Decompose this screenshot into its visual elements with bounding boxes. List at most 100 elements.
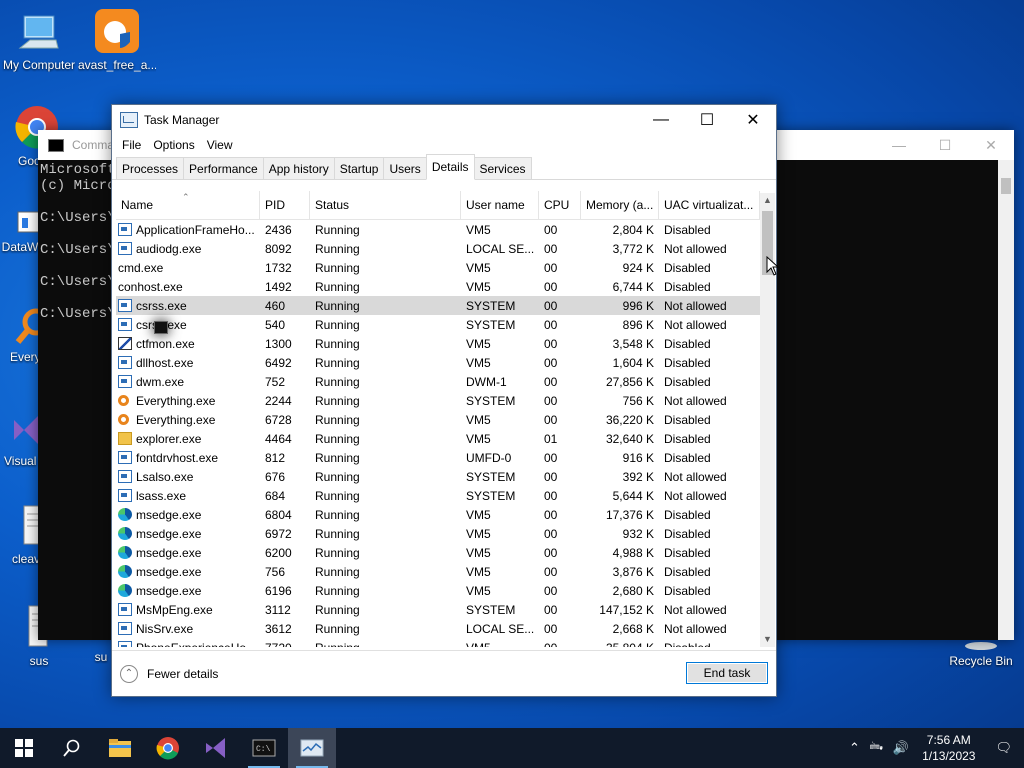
table-row[interactable]: dwm.exe 752 Running DWM-1 00 27,856 K Disabled	[116, 372, 760, 391]
speaker-icon[interactable]: 🔊	[888, 740, 914, 756]
pid-cell: 1300	[265, 336, 292, 351]
table-row[interactable]: ApplicationFrameHo... 2436 Running VM5 00 2,8…	[116, 220, 760, 239]
close-button[interactable]: ✕	[730, 105, 776, 135]
process-name: csrss.exe	[136, 298, 187, 313]
process-name: Everything.exe	[136, 412, 216, 427]
column-header-status[interactable]: Status	[310, 191, 461, 219]
menu-view[interactable]: View	[201, 138, 239, 152]
table-row[interactable]: NisSrv.exe 3612 Running LOCAL SE... 00 2,668 …	[116, 619, 760, 638]
scroll-up-arrow-icon[interactable]: ▲	[760, 193, 775, 208]
status-cell: Running	[315, 336, 360, 351]
table-row[interactable]: lsass.exe 684 Running SYSTEM 00 5,644 K Not al…	[116, 486, 760, 505]
cpu-cell: 00	[544, 336, 558, 351]
column-header-name[interactable]: Name	[116, 191, 260, 219]
tab-services[interactable]: Services	[473, 157, 532, 179]
taskbar-chrome[interactable]	[144, 728, 192, 768]
desktop-icon-everything[interactable]: Every	[0, 306, 50, 364]
process-table[interactable]: Name PID Status User name CPU Memory (a.…	[116, 191, 760, 647]
process-name: MsMpEng.exe	[136, 602, 213, 617]
tab-startup[interactable]: Startup	[333, 157, 385, 179]
table-row[interactable]: conhost.exe 1492 Running VM5 00 6,744 K Disabl…	[116, 277, 760, 334]
table-row[interactable]: Lsalso.exe 676 Running SYSTEM 00 392 K Not all…	[116, 467, 760, 486]
user-name-cell: VM5	[466, 412, 491, 427]
column-header-uac[interactable]: UAC virtualizat...	[659, 191, 760, 219]
uac-cell: Not allowed	[664, 469, 727, 484]
tab-details[interactable]: Details	[425, 154, 475, 180]
desktop-icon-avast[interactable]: avast_free_a...	[78, 8, 156, 72]
task-manager-window[interactable]: Task Manager — ☐ ✕ File Options View Pro…	[111, 104, 777, 697]
table-row[interactable]: csrss.exe 460 Running SYSTEM 00 996 K Not allo…	[116, 296, 760, 315]
process-name-cell: MsMpEng.exe	[116, 603, 260, 617]
task-manager-titlebar[interactable]: Task Manager — ☐ ✕	[112, 105, 776, 135]
taskbar-visual-studio[interactable]	[192, 728, 240, 768]
pid-cell: 1492	[265, 279, 292, 294]
menu-file[interactable]: File	[116, 138, 147, 152]
table-row[interactable]: fontdrvhost.exe 812 Running UMFD-0 00 916 K Di…	[116, 448, 760, 467]
table-row[interactable]: Everything.exe 6728 Running VM5 00 36,220 K Di…	[116, 410, 760, 429]
desktop-icon-chrome[interactable]: Goo Chro	[0, 104, 58, 168]
table-row[interactable]: audiodg.exe 8092 Running LOCAL SE... 00 3,772…	[116, 239, 760, 258]
process-app-icon	[118, 451, 132, 464]
cpu-cell: 00	[544, 222, 558, 237]
end-task-button[interactable]: End task	[686, 662, 768, 684]
desktop-icon-visual-studio[interactable]: Visual 20	[0, 410, 40, 468]
column-header-memory[interactable]: Memory (a...	[581, 191, 659, 219]
status-cell: Running	[315, 488, 360, 503]
column-header-cpu[interactable]: CPU	[539, 191, 581, 219]
process-name: msedge.exe	[136, 564, 202, 579]
tab-performance[interactable]: Performance	[183, 157, 264, 179]
process-name-cell: explorer.exe	[116, 432, 260, 446]
column-header-pid[interactable]: PID	[260, 191, 310, 219]
table-row[interactable]: MsMpEng.exe 3112 Running SYSTEM 00 147,152 K N…	[116, 600, 760, 619]
cmd-scrollbar-thumb[interactable]	[1001, 178, 1011, 194]
table-row[interactable]: msedge.exe 6196 Running VM5 00 2,680 K Disable…	[116, 581, 760, 600]
start-button[interactable]	[0, 728, 48, 768]
memory-cell: 916 K	[622, 450, 654, 465]
status-cell: Running	[315, 621, 360, 636]
desktop-icon-my-computer[interactable]: My Computer	[0, 8, 78, 72]
column-header-user-name[interactable]: User name	[461, 191, 539, 219]
cmd-minimize-button[interactable]: —	[876, 130, 922, 160]
process-name: msedge.exe	[136, 583, 202, 598]
minimize-button[interactable]: —	[638, 105, 684, 135]
status-cell: Running	[315, 279, 360, 294]
cmd-title: Comma	[72, 138, 115, 152]
table-row[interactable]: csrss.exe 540 Running SYSTEM 00 896 K Not allo…	[116, 315, 760, 334]
network-icon[interactable]: 🖦	[865, 737, 888, 759]
search-button[interactable]	[48, 728, 96, 768]
scroll-down-arrow-icon[interactable]: ▼	[760, 632, 775, 647]
table-row[interactable]: msedge.exe 6804 Running VM5 00 17,376 K Disabl…	[116, 505, 760, 524]
cpu-cell: 00	[544, 621, 558, 636]
taskbar-task-manager[interactable]	[288, 728, 336, 768]
user-name-cell: LOCAL SE...	[466, 621, 535, 636]
cpu-cell: 00	[544, 298, 558, 313]
cmd-close-button[interactable]: ✕	[968, 130, 1014, 160]
notification-icon[interactable]: 🗨	[983, 740, 1024, 756]
tab-processes[interactable]: Processes	[116, 157, 185, 179]
table-row[interactable]: msedge.exe 756 Running VM5 00 3,876 K Disabled	[116, 562, 760, 581]
process-name-cell: ctfmon.exe	[116, 337, 260, 351]
table-row[interactable]: Everything.exe 2244 Running SYSTEM 00 756 K No…	[116, 391, 760, 410]
table-row[interactable]: msedge.exe 6972 Running VM5 00 932 K Disabled	[116, 524, 760, 543]
taskbar-file-explorer[interactable]	[96, 728, 144, 768]
clock[interactable]: 7:56 AM 1/13/2023	[914, 732, 983, 764]
table-row[interactable]: ctfmon.exe 1300 Running VM5 00 3,548 K Disable…	[116, 334, 760, 353]
table-row[interactable]: cmd.exe 1732 Running VM5 00 924 K Disabled	[116, 258, 760, 334]
taskbar-cmd[interactable]: C:\	[240, 728, 288, 768]
desktop-icon-cleav[interactable]: cleav	[0, 504, 43, 566]
fewer-details-button[interactable]: ⌃ Fewer details	[120, 665, 218, 683]
tab-users[interactable]: Users	[383, 157, 427, 179]
desktop-icon-data[interactable]: DataW	[0, 206, 41, 254]
table-row[interactable]: msedge.exe 6200 Running VM5 00 4,988 K Disable…	[116, 543, 760, 562]
table-row[interactable]: PhoneExperienceHo... 7720RunningVM50035,8…	[116, 638, 760, 647]
cmd-scrollbar[interactable]	[998, 160, 1014, 640]
table-row[interactable]: explorer.exe 4464 Running VM5 01 32,640 K Disa…	[116, 429, 760, 448]
menu-options[interactable]: Options	[147, 138, 200, 152]
cmd-maximize-button[interactable]: ☐	[922, 130, 968, 160]
process-name: fontdrvhost.exe	[136, 450, 219, 465]
process-name-cell: dwm.exe	[116, 375, 260, 389]
tab-app-history[interactable]: App history	[262, 157, 335, 179]
maximize-button[interactable]: ☐	[684, 105, 730, 135]
table-row[interactable]: dllhost.exe 6492 Running VM5 00 1,604 K Disabl…	[116, 353, 760, 372]
chevron-up-icon[interactable]: ⌃	[844, 740, 865, 756]
